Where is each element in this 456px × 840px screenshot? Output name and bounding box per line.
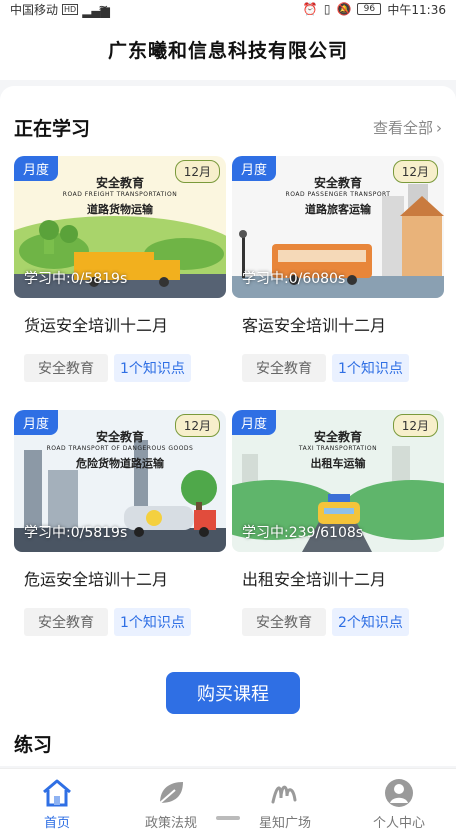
thumb-subheading: 出租车运输 <box>310 457 366 470</box>
thumb-subheading-en: ROAD PASSENGER TRANSPORT <box>285 191 391 198</box>
practice-title: 练习 <box>14 734 53 756</box>
category-tag: 安全教育 <box>24 354 108 382</box>
month-badge: 12月 <box>174 414 220 437</box>
progress-text: 学习中:239/6108s <box>242 525 364 541</box>
course-title: 危运安全培训十二月 <box>24 570 169 589</box>
course-card-taxi[interactable]: 安全教育 TAXI TRANSPORTATION 出租车运输 月度 12月 学习… <box>232 410 444 650</box>
month-badge: 12月 <box>392 160 438 183</box>
category-tag: 安全教育 <box>242 354 326 382</box>
home-indicator <box>216 816 240 820</box>
monthly-badge: 月度 <box>14 156 59 181</box>
thumb-subheading-en: ROAD TRANSPORT OF DANGEROUS GOODS <box>46 445 194 452</box>
tag-row: 安全教育 2个知识点 <box>242 608 409 636</box>
view-all-label: 查看全部 <box>372 119 433 137</box>
course-thumbnail: 安全教育 TAXI TRANSPORTATION 出租车运输 月度 12月 学习… <box>232 410 444 552</box>
progress-text: 学习中:0/6080s <box>242 271 346 287</box>
alarm-icon: ⏰ <box>302 2 318 16</box>
squiggle-icon <box>271 785 297 804</box>
chevron-right-icon: › <box>436 118 442 137</box>
carrier-label: 中国移动 <box>10 2 59 17</box>
course-card-freight[interactable]: 安全教育 ROAD FREIGHT TRANSPORTATION 道路货物运输 … <box>14 156 226 396</box>
thumb-subheading: 道路旅客运输 <box>305 203 371 216</box>
points-tag: 2个知识点 <box>332 608 409 636</box>
main-content: 正在学习 查看全部 › 安全教育 ROAD FREIGHT TRANSPORTA… <box>0 86 456 766</box>
tab-policy-label: 政策法规 <box>144 816 197 831</box>
points-tag: 1个知识点 <box>114 608 191 636</box>
tab-square[interactable]: 星知广场 <box>228 769 342 840</box>
home-icon <box>43 779 71 807</box>
monthly-badge: 月度 <box>232 156 277 181</box>
app-header: 广东曦和信息科技有限公司 <box>0 18 456 80</box>
tab-policy[interactable]: 政策法规 <box>114 769 228 840</box>
course-thumbnail: 安全教育 ROAD FREIGHT TRANSPORTATION 道路货物运输 … <box>14 156 226 298</box>
hd-badge: HD <box>62 3 79 15</box>
tab-home[interactable]: 首页 <box>0 769 114 840</box>
course-thumbnail: 安全教育 ROAD TRANSPORT OF DANGEROUS GOODS 危… <box>14 410 226 552</box>
tab-square-label: 星知广场 <box>258 816 311 831</box>
learning-section-header: 正在学习 查看全部 › <box>14 114 442 141</box>
thumb-subheading-en: ROAD FREIGHT TRANSPORTATION <box>62 191 178 198</box>
battery-icon: 96 <box>357 3 382 15</box>
thumb-subheading: 道路货物运输 <box>87 203 153 216</box>
tag-row: 安全教育 1个知识点 <box>24 608 191 636</box>
month-badge: 12月 <box>174 160 220 183</box>
page-title: 广东曦和信息科技有限公司 <box>107 39 348 62</box>
leaf-icon <box>159 782 183 804</box>
learning-title: 正在学习 <box>14 118 91 140</box>
user-icon <box>385 779 413 807</box>
category-tag: 安全教育 <box>24 608 108 636</box>
thumb-subheading: 危险货物道路运输 <box>76 457 164 470</box>
wifi-icon: ≋ <box>98 2 109 16</box>
mute-icon: 🔕 <box>336 2 352 16</box>
tag-row: 安全教育 1个知识点 <box>24 354 191 382</box>
monthly-badge: 月度 <box>14 410 59 435</box>
view-all-link[interactable]: 查看全部 › <box>373 117 442 138</box>
course-card-passenger[interactable]: 安全教育 ROAD PASSENGER TRANSPORT 道路旅客运输 月度 … <box>232 156 444 396</box>
course-thumbnail: 安全教育 ROAD PASSENGER TRANSPORT 道路旅客运输 月度 … <box>232 156 444 298</box>
thumb-subheading-en: TAXI TRANSPORTATION <box>298 445 378 452</box>
status-bar: 中国移动 HD ▂▄▆ ≋ ⏰ ▯ 🔕 96 中午11:36 <box>0 0 456 18</box>
points-tag: 1个知识点 <box>114 354 191 382</box>
points-tag: 1个知识点 <box>332 354 409 382</box>
monthly-badge: 月度 <box>232 410 277 435</box>
tag-row: 安全教育 1个知识点 <box>242 354 409 382</box>
course-title: 货运安全培训十二月 <box>24 316 169 335</box>
signal-icon: ▂▄▆ <box>82 4 110 18</box>
clock: 中午11:36 <box>387 2 446 17</box>
course-card-dangerous-goods[interactable]: 安全教育 ROAD TRANSPORT OF DANGEROUS GOODS 危… <box>14 410 226 650</box>
course-title: 出租安全培训十二月 <box>242 570 387 589</box>
tab-profile-label: 个人中心 <box>372 816 425 831</box>
tab-profile[interactable]: 个人中心 <box>342 769 456 840</box>
month-badge: 12月 <box>392 414 438 437</box>
buy-course-button[interactable]: 购买课程 <box>166 672 300 714</box>
progress-text: 学习中:0/5819s <box>24 271 128 287</box>
tab-home-label: 首页 <box>43 816 70 831</box>
course-title: 客运安全培训十二月 <box>242 316 387 335</box>
vibrate-icon: ▯ <box>323 2 331 16</box>
progress-text: 学习中:0/5819s <box>24 525 128 541</box>
category-tag: 安全教育 <box>242 608 326 636</box>
bottom-tab-bar: 首页 政策法规 星知广场 个人中心 <box>0 768 456 840</box>
